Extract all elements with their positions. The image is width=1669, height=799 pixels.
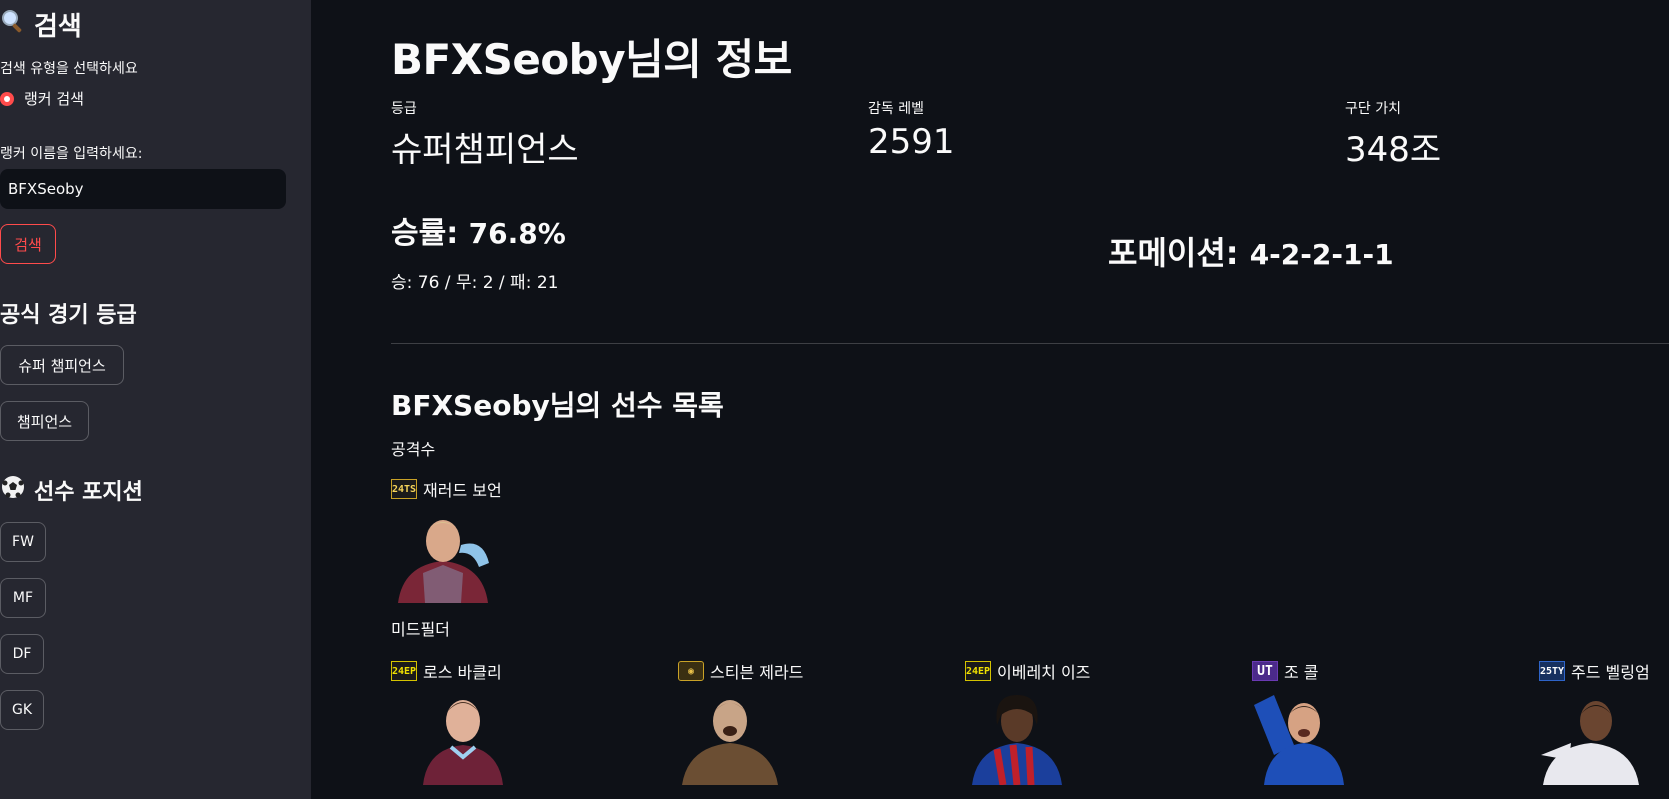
divider: [391, 343, 1669, 344]
win-rate-colon: :: [446, 216, 469, 251]
player-portrait-icon: [1254, 685, 1354, 785]
search-button[interactable]: 검색: [0, 224, 56, 264]
win-rate-label: 승률: [391, 216, 447, 251]
grade-button-champions[interactable]: 챔피언스: [0, 401, 89, 441]
season-badge-icon: 25TY: [1539, 661, 1565, 681]
formation-value: 4-2-2-1-1: [1249, 238, 1394, 271]
metric-level-value: 2591: [868, 122, 955, 162]
metric-level-label: 감독 레벨: [868, 101, 924, 117]
category-midfielder: 미드필더: [391, 620, 450, 639]
formation: 포메이션: 4-2-2-1-1: [1108, 228, 1394, 274]
player-list-heading: BFXSeoby님의 선수 목록: [391, 389, 724, 422]
player-card[interactable]: 24EP 로스 바클리: [391, 660, 611, 789]
player-card[interactable]: 24EP 이베레치 이즈: [965, 660, 1185, 789]
metric-club-label: 구단 가치: [1345, 101, 1401, 117]
player-card[interactable]: ◉ 스티븐 제라드: [678, 660, 898, 789]
main-content: BFXSeoby님의 정보 등급 슈퍼챔피언스 감독 레벨 2591 구단 가치…: [311, 0, 1669, 799]
player-name-row: 24EP 이베레치 이즈: [965, 660, 1185, 682]
position-button-df[interactable]: DF: [0, 634, 44, 674]
player-name-row: ◉ 스티븐 제라드: [678, 660, 898, 682]
player-name-row: 24TS 재러드 보언: [391, 478, 611, 500]
player-name: 재러드 보언: [423, 481, 502, 500]
season-badge-icon: UT: [1252, 661, 1278, 681]
metric-grade: 등급 슈퍼챔피언스: [391, 98, 579, 171]
position-heading-text: 선수 포지션: [34, 480, 143, 505]
player-name: 조 콜: [1284, 663, 1319, 682]
player-portrait-icon: [393, 503, 493, 603]
position-button-gk[interactable]: GK: [0, 690, 44, 730]
position-heading: 선수 포지션: [0, 474, 143, 506]
player-card[interactable]: UT 조 콜: [1252, 660, 1472, 789]
soccer-ball-icon: [0, 474, 26, 506]
player-portrait-icon: [967, 685, 1067, 786]
position-button-fw[interactable]: FW: [0, 522, 46, 562]
win-draw-loss: 승: 76 / 무: 2 / 패: 21: [391, 273, 559, 293]
metric-grade-label: 등급: [391, 101, 417, 117]
page-title: BFXSeoby님의 정보: [391, 35, 792, 84]
player-name: 이베레치 이즈: [997, 663, 1091, 682]
metric-club-value-text: 348조: [1345, 130, 1442, 170]
player-name-row: UT 조 콜: [1252, 660, 1472, 682]
grade-button-super-champions[interactable]: 슈퍼 챔피언스: [0, 345, 124, 385]
player-card[interactable]: 25TY 주드 벨링엄: [1539, 660, 1669, 789]
search-type-label: 검색 유형을 선택하세요: [0, 61, 138, 77]
metric-manager-level: 감독 레벨 2591: [868, 98, 955, 162]
player-name-row: 25TY 주드 벨링엄: [1539, 660, 1669, 682]
ranker-name-input[interactable]: [0, 169, 286, 209]
formation-label: 포메이션: [1108, 234, 1226, 272]
win-rate: 승률: 76.8%: [391, 208, 566, 252]
player-portrait-icon: [413, 685, 513, 785]
radio-label: 랭커 검색: [24, 90, 84, 108]
metric-grade-value: 슈퍼챔피언스: [391, 130, 579, 170]
player-name-row: 24EP 로스 바클리: [391, 660, 611, 682]
search-heading: 검색: [0, 6, 82, 43]
player-card[interactable]: 24TS 재러드 보언: [391, 478, 611, 607]
category-forward: 공격수: [391, 440, 436, 459]
name-input-label: 랭커 이름을 입력하세요:: [0, 146, 143, 162]
player-name: 스티븐 제라드: [710, 663, 804, 682]
season-badge-icon: 24EP: [391, 661, 417, 681]
player-portrait-icon: [1541, 685, 1641, 785]
position-button-mf[interactable]: MF: [0, 578, 46, 618]
sidebar: 검색 검색 유형을 선택하세요 랭커 검색 랭커 이름을 입력하세요: 검색 공…: [0, 0, 311, 799]
magnifier-icon: [0, 8, 26, 41]
player-name: 주드 벨링엄: [1571, 663, 1650, 682]
season-badge-icon: 24EP: [965, 661, 991, 681]
search-heading-text: 검색: [34, 12, 82, 42]
radio-ranker-search[interactable]: 랭커 검색: [0, 88, 84, 109]
win-rate-value: 76.8%: [468, 217, 566, 250]
player-name: 로스 바클리: [423, 663, 502, 682]
grade-heading: 공식 경기 등급: [0, 303, 137, 328]
metric-club-value: 구단 가치 348조: [1345, 98, 1441, 171]
player-portrait-icon: [680, 685, 780, 785]
radio-selected-icon[interactable]: [0, 91, 14, 106]
season-badge-icon: 24TS: [391, 479, 417, 499]
season-badge-icon: ◉: [678, 661, 704, 681]
formation-colon: :: [1225, 234, 1250, 272]
